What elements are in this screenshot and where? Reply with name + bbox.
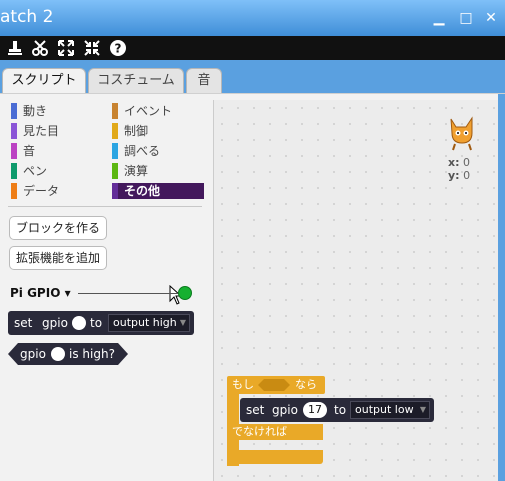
if-else-footer (227, 450, 323, 464)
extension-title[interactable]: Pi GPIO ▾ (10, 284, 71, 302)
set-gpio-block[interactable]: set gpio to output high ▼ (8, 311, 194, 335)
category-swatch (11, 183, 17, 199)
else-label: でなければ (232, 425, 287, 438)
category-swatch (11, 123, 17, 139)
script-set-gpio-block[interactable]: set gpio 17 to output low ▼ (240, 398, 434, 422)
maximize-button[interactable]: □ (457, 9, 475, 27)
category-label: イベント (124, 104, 173, 118)
pin-input[interactable] (51, 347, 65, 361)
block-text: set (14, 316, 33, 330)
category-swatch (112, 163, 118, 179)
main-area: 動き 見た目 音 ペン データ イベント 制御 調べる 演算 その他 ブロックを… (0, 94, 505, 481)
block-text: gpio (42, 316, 68, 330)
category-label: 演算 (124, 164, 149, 178)
extension-divider (78, 293, 182, 294)
category-label: 調べる (124, 144, 161, 158)
category-label: 動き (23, 104, 48, 118)
cut-icon[interactable] (31, 39, 49, 57)
palette-divider (8, 206, 202, 207)
window-title: atch 2 (0, 7, 54, 27)
category-swatch (11, 143, 17, 159)
else-row: でなければ (227, 424, 323, 440)
if-label: もし (232, 378, 254, 391)
minimize-button[interactable]: ▁ (430, 9, 448, 27)
block-text: gpio (272, 403, 298, 417)
condition-slot[interactable] (258, 379, 290, 391)
grow-icon[interactable] (57, 39, 75, 57)
shrink-icon[interactable] (83, 39, 101, 57)
category-swatch (112, 103, 118, 119)
category-label: 見た目 (23, 124, 60, 138)
tab-costumes[interactable]: コスチューム (88, 68, 184, 94)
category-label: その他 (124, 184, 161, 198)
category-label: 制御 (124, 124, 149, 138)
category-swatch (112, 123, 118, 139)
make-block-button[interactable]: ブロックを作る (9, 216, 108, 240)
cat-sprite-icon[interactable] (447, 115, 477, 151)
add-extension-button[interactable]: 拡張機能を追加 (9, 246, 108, 270)
block-text: gpio (20, 347, 46, 361)
help-icon[interactable]: ? (109, 39, 127, 57)
tab-strip: スクリプト コスチューム 音 (0, 60, 505, 95)
category-swatch (11, 103, 17, 119)
title-bar: atch 2 ▁ □ ✕ (0, 0, 505, 36)
close-button[interactable]: ✕ (482, 9, 500, 27)
svg-text:?: ? (115, 42, 122, 56)
extension-header: Pi GPIO ▾ (10, 284, 195, 302)
block-text: to (334, 403, 347, 417)
category-more-blocks[interactable]: その他 (112, 183, 204, 199)
extension-status-indicator (178, 286, 192, 300)
block-palette: 動き 見た目 音 ペン データ イベント 制御 調べる 演算 その他 ブロックを… (0, 94, 212, 481)
block-text: is high? (69, 347, 115, 361)
category-swatch (112, 183, 118, 199)
window-edge (498, 94, 505, 481)
toolbar: ? (0, 36, 505, 60)
category-swatch (11, 163, 17, 179)
output-dropdown[interactable]: output low ▼ (350, 401, 430, 419)
category-label: ペン (23, 164, 48, 178)
stamp-icon[interactable] (6, 39, 24, 57)
sprite-coordinates: x: 0 y: 0 (448, 156, 471, 182)
tab-scripts[interactable]: スクリプト (2, 68, 86, 95)
then-label: なら (295, 378, 317, 391)
category-label: 音 (23, 144, 36, 158)
output-dropdown[interactable]: output high ▼ (108, 314, 190, 332)
block-text: to (90, 316, 103, 330)
gpio-is-high-block[interactable]: gpio is high? (8, 343, 128, 365)
pin-input[interactable]: 17 (303, 402, 327, 418)
category-swatch (112, 143, 118, 159)
pin-input[interactable] (72, 316, 86, 330)
tab-sounds[interactable]: 音 (186, 68, 222, 94)
category-label: データ (23, 184, 60, 198)
block-text: set (246, 403, 265, 417)
